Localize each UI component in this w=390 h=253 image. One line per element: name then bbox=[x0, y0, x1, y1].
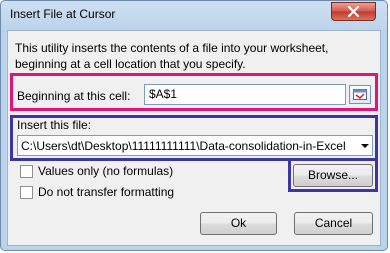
close-icon bbox=[347, 6, 360, 17]
window-title: Insert File at Cursor bbox=[10, 7, 116, 21]
values-only-label: Values only (no formulas) bbox=[38, 164, 174, 178]
ok-button[interactable]: Ok bbox=[200, 212, 277, 235]
cancel-button[interactable]: Cancel bbox=[294, 212, 373, 235]
no-formatting-label: Do not transfer formatting bbox=[38, 185, 175, 199]
browse-highlight-box bbox=[288, 158, 378, 192]
cell-highlight-box bbox=[10, 73, 378, 111]
description-text: This utility inserts the contents of a f… bbox=[15, 41, 329, 71]
no-formatting-checkbox[interactable] bbox=[20, 186, 33, 199]
title-bar: Insert File at Cursor bbox=[1, 1, 387, 30]
close-button[interactable] bbox=[331, 2, 376, 21]
insert-file-dialog: Insert File at Cursor This utility inser… bbox=[0, 0, 388, 251]
file-highlight-box bbox=[10, 115, 378, 161]
values-only-checkbox[interactable] bbox=[20, 165, 33, 178]
